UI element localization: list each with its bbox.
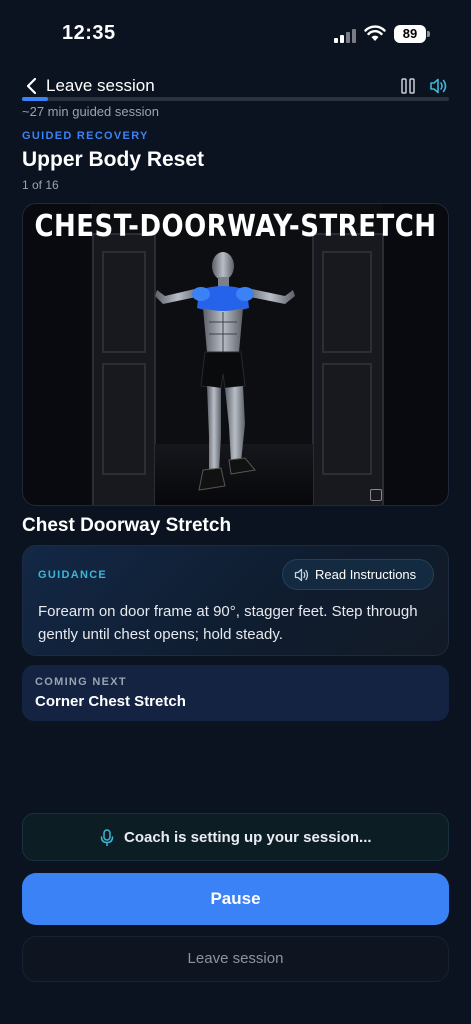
- leave-session-link[interactable]: Leave session: [46, 76, 155, 96]
- wifi-icon: [364, 25, 386, 41]
- read-instructions-button[interactable]: Read Instructions: [282, 559, 434, 590]
- coach-status-bar: Coach is setting up your session...: [22, 813, 449, 861]
- status-bar: 12:35 89: [0, 0, 471, 64]
- microphone-icon: [100, 829, 114, 846]
- coming-next-label: COMING NEXT: [35, 676, 127, 688]
- guidance-card: GUIDANCE Read Instructions Forearm on do…: [22, 545, 449, 656]
- exercise-illustration: [91, 204, 384, 505]
- guidance-label: GUIDANCE: [38, 569, 108, 581]
- pause-icon[interactable]: [401, 78, 415, 94]
- coming-next-card: COMING NEXT Corner Chest Stretch: [22, 665, 449, 721]
- exercise-image-caption: CHEST-DOORWAY-STRETCH: [34, 209, 437, 245]
- battery-icon: 89: [394, 25, 426, 43]
- read-instructions-label: Read Instructions: [315, 567, 417, 582]
- speaker-icon: [294, 568, 309, 582]
- session-duration: ~27 min guided session: [22, 104, 159, 119]
- step-counter: 1 of 16: [22, 178, 59, 192]
- speaker-icon[interactable]: [429, 77, 449, 95]
- exercise-image: CHEST-DOORWAY-STRETCH: [22, 203, 449, 506]
- session-kicker: GUIDED RECOVERY: [22, 130, 149, 142]
- session-progress-bar: [22, 97, 449, 101]
- back-chevron-icon[interactable]: [24, 76, 40, 96]
- coach-status-text: Coach is setting up your session...: [124, 829, 372, 846]
- coming-next-title: Corner Chest Stretch: [35, 693, 186, 710]
- page-title: Upper Body Reset: [22, 148, 205, 171]
- exercise-name: Chest Doorway Stretch: [22, 515, 232, 536]
- guidance-text: Forearm on door frame at 90°, stagger fe…: [38, 603, 418, 643]
- battery-tip: [427, 31, 430, 37]
- pause-button[interactable]: Pause: [22, 873, 449, 925]
- expand-icon[interactable]: [370, 489, 382, 501]
- signal-icon: [334, 27, 358, 43]
- status-time: 12:35: [62, 22, 116, 44]
- leave-session-button[interactable]: Leave session: [22, 936, 449, 982]
- session-progress-fill: [22, 97, 48, 101]
